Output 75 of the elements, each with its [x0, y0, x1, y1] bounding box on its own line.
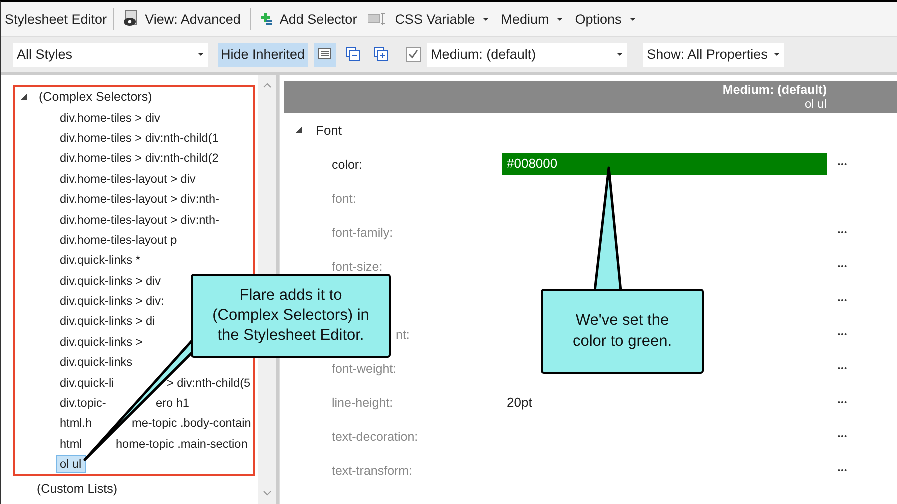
show-properties-dropdown[interactable]: Show: All Properties [643, 42, 784, 66]
collapse-icon [346, 47, 361, 62]
editor-title: Stylesheet Editor [5, 12, 108, 26]
selector-item[interactable]: div.quick-li [56, 374, 118, 392]
selector-item[interactable]: div.quick-links > di [56, 312, 160, 330]
property-label: text-decoration: [332, 430, 418, 444]
ellipsis-icon [838, 298, 846, 302]
selector-item[interactable]: div.home-tiles > div [56, 108, 164, 127]
eye-document-icon [123, 10, 140, 28]
ellipsis-icon [838, 468, 846, 472]
selector-item[interactable]: div.home-tiles-layout > div:nth- [56, 210, 224, 229]
callout-tooltip: Flare adds it to (Complex Selectors) in the Stylesheet Editor. [191, 274, 391, 358]
medium-dropdown[interactable]: Medium: (default) [427, 42, 628, 66]
selector-item-fragment[interactable]: > div:nth-child(5 [167, 376, 251, 390]
styles-dropdown[interactable]: All Styles [13, 42, 208, 66]
property-label: font-weight: [332, 362, 397, 376]
property-label: font: [332, 192, 356, 206]
callout-tooltip: We've set the color to green. [541, 289, 704, 374]
toolbar-menu[interactable]: Medium [498, 10, 566, 28]
selector-item[interactable]: div.home-tiles-layout > div [56, 170, 200, 188]
selector-item-fragment[interactable]: home-topic .main-section [116, 436, 248, 451]
add-selector-button[interactable]: Add Selector [256, 10, 360, 28]
tree-group-label[interactable]: (Custom Lists) [37, 482, 118, 496]
caret-icon [557, 18, 564, 20]
caret-icon [483, 18, 490, 20]
caret-icon [617, 53, 624, 56]
list-icon [318, 48, 332, 62]
list-view-toggle[interactable] [314, 42, 336, 66]
ellipsis-icon [838, 264, 846, 268]
selector-item[interactable]: div.home-tiles-layout p [56, 230, 182, 249]
caret-icon [774, 53, 780, 56]
selector-item-fragment[interactable]: me-topic .body-contain [132, 416, 252, 430]
selector-item-fragment[interactable]: ero h1 [156, 396, 190, 410]
color-value[interactable]: #008000 [502, 153, 827, 175]
selector-item[interactable]: div.home-tiles > div:nth-child(2 [56, 149, 223, 168]
toolbar-menu[interactable]: Options [572, 10, 639, 28]
selector-item[interactable]: div.quick-links [56, 353, 137, 372]
caret-icon [630, 18, 636, 20]
property-value[interactable]: 20pt [502, 394, 532, 410]
selector-item[interactable]: div.home-tiles-layout > div:nth- [56, 190, 224, 208]
medium-checkbox[interactable] [406, 47, 422, 62]
expand-arrow-icon[interactable] [21, 94, 27, 100]
selector-item[interactable]: div.topic- [56, 394, 110, 412]
selector-item[interactable]: div.home-tiles > div:nth-child(1 [56, 128, 223, 147]
hide-inherited-toggle[interactable]: Hide Inherited [218, 42, 308, 66]
property-label: line-height: [332, 396, 394, 410]
add-style-icon [260, 12, 274, 26]
expand-icon [374, 47, 389, 62]
expand-arrow-icon[interactable] [296, 127, 302, 133]
property-label: font-family: [332, 226, 394, 240]
section-label: Font [316, 122, 342, 138]
property-label: font-size: [332, 260, 383, 274]
ellipsis-icon [838, 400, 846, 404]
selector-item[interactable]: div.quick-links > [56, 332, 147, 351]
selector-item[interactable]: html [56, 434, 86, 453]
selector-item[interactable]: html.h [56, 414, 96, 432]
property-label: nt: [396, 328, 410, 342]
selector-item[interactable]: div.quick-links > div: [56, 292, 168, 310]
selector-item[interactable]: ol ul [56, 455, 86, 474]
medium-heading: Medium: (default) [722, 83, 827, 97]
selector-heading: ol ul [804, 97, 827, 111]
property-label: color: [332, 158, 363, 172]
css-variable-menu[interactable]: CSS Variable [392, 10, 492, 28]
selector-item[interactable]: div.quick-links * [56, 251, 144, 270]
property-label: text-transform: [332, 464, 413, 478]
selector-item[interactable]: div.quick-links > div [56, 272, 166, 290]
ellipsis-icon [838, 332, 846, 336]
tree-group-label[interactable]: (Complex Selectors) [39, 90, 152, 104]
variable-icon [368, 13, 386, 25]
view-button[interactable]: View: Advanced [120, 8, 244, 30]
caret-icon [198, 53, 204, 56]
ellipsis-icon [838, 230, 846, 234]
ellipsis-icon [838, 162, 846, 166]
ellipsis-icon [838, 434, 846, 438]
ellipsis-icon [838, 366, 846, 370]
